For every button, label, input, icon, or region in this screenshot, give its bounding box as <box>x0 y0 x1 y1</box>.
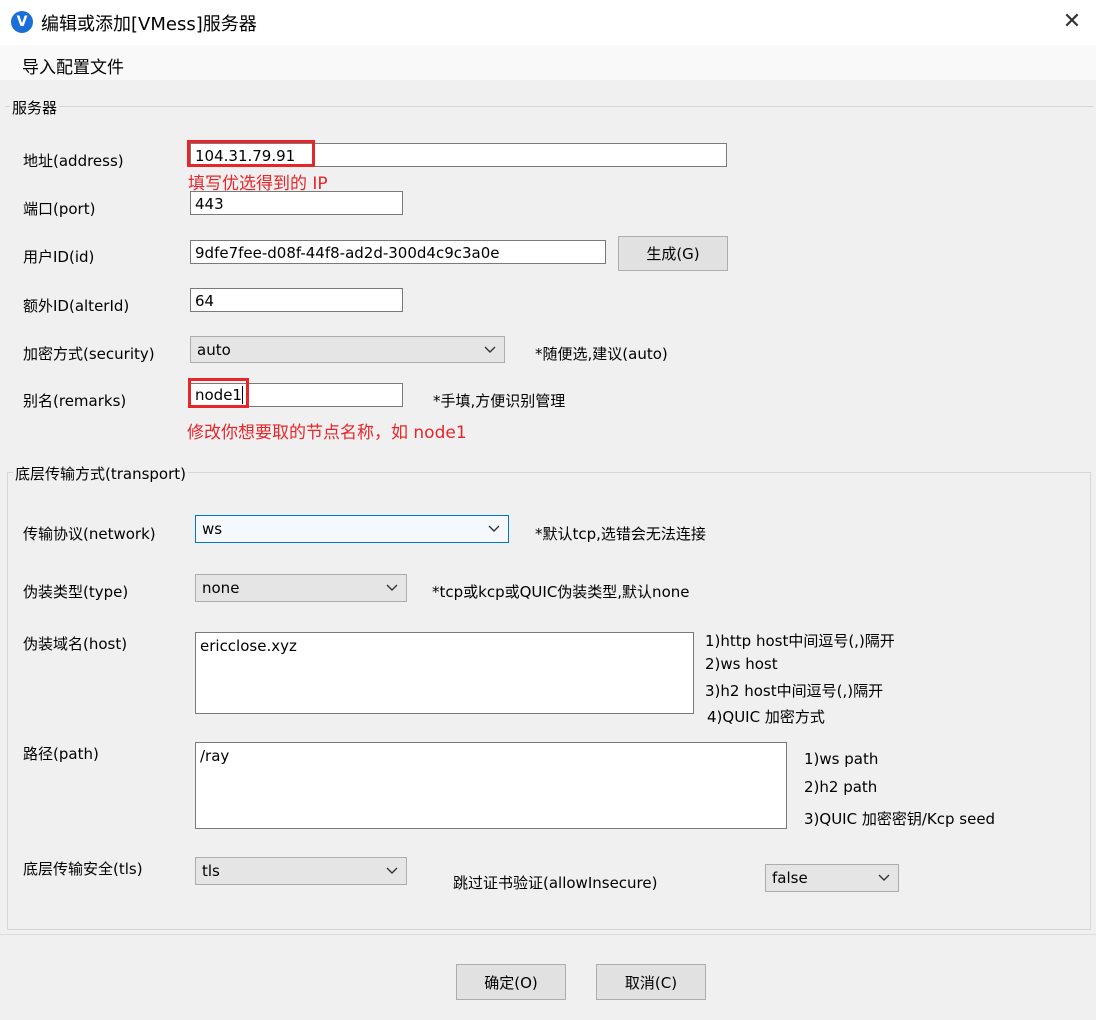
close-icon[interactable]: ✕ <box>1058 8 1086 36</box>
path-note-3: 3)QUIC 加密密钥/Kcp seed <box>804 810 996 828</box>
type-label: 伪装类型(type) <box>23 583 129 601</box>
port-label: 端口(port) <box>23 200 96 218</box>
path-label: 路径(path) <box>23 745 99 763</box>
allow-insecure-label: 跳过证书验证(allowInsecure) <box>453 874 658 892</box>
network-select[interactable]: ws <box>195 515 509 543</box>
alter-id-input[interactable]: 64 <box>190 288 403 312</box>
type-select-value: none <box>202 579 240 597</box>
user-id-input[interactable]: 9dfe7fee-d08f-44f8-ad2d-300d4c9c3a0e <box>190 240 606 264</box>
tls-select-value: tls <box>202 862 220 880</box>
allow-insecure-select[interactable]: false <box>765 864 899 892</box>
network-label: 传输协议(network) <box>23 525 156 543</box>
path-note-2: 2)h2 path <box>804 778 878 796</box>
server-group <box>5 106 1093 108</box>
server-group-label: 服务器 <box>10 97 60 118</box>
chevron-down-icon <box>484 337 496 362</box>
port-input[interactable]: 443 <box>190 191 403 215</box>
remarks-highlight-box <box>188 378 249 408</box>
security-select-value: auto <box>197 341 231 359</box>
chevron-down-icon <box>386 858 398 884</box>
address-highlight-box <box>187 140 315 167</box>
cancel-button[interactable]: 取消(C) <box>596 964 706 1000</box>
allow-insecure-select-value: false <box>772 869 808 887</box>
host-textarea[interactable]: ericclose.xyz <box>195 632 694 714</box>
chevron-down-icon <box>878 865 890 891</box>
generate-id-button[interactable]: 生成(G) <box>618 236 728 271</box>
alter-id-label: 额外ID(alterId) <box>23 297 130 315</box>
path-textarea[interactable]: /ray <box>195 742 787 829</box>
type-note: *tcp或kcp或QUIC伪装类型,默认none <box>432 583 690 601</box>
window-title: 编辑或添加[VMess]服务器 <box>41 14 257 35</box>
tls-select[interactable]: tls <box>195 857 407 885</box>
host-label: 伪装域名(host) <box>23 635 128 653</box>
transport-group-label: 底层传输方式(transport) <box>13 463 189 484</box>
network-note: *默认tcp,选错会无法连接 <box>535 525 706 543</box>
ok-button[interactable]: 确定(O) <box>456 964 566 1000</box>
host-note-2: 2)ws host <box>705 655 778 673</box>
footer-divider <box>0 934 1096 935</box>
host-note-4: 4)QUIC 加密方式 <box>707 708 825 726</box>
address-label: 地址(address) <box>23 152 124 170</box>
security-note: *随便选,建议(auto) <box>535 345 668 363</box>
tls-label: 底层传输安全(tls) <box>23 860 143 878</box>
menu-import-config[interactable]: 导入配置文件 <box>22 53 124 78</box>
v2rayn-logo-icon: V <box>11 11 33 33</box>
path-note-1: 1)ws path <box>804 750 879 768</box>
chevron-down-icon <box>488 516 500 542</box>
remarks-annotation: 修改你想要取的节点名称，如 node1 <box>187 423 467 443</box>
host-note-3: 3)h2 host中间逗号(,)隔开 <box>705 682 884 700</box>
chevron-down-icon <box>386 575 398 601</box>
remarks-label: 别名(remarks) <box>23 392 127 410</box>
security-label: 加密方式(security) <box>23 345 155 363</box>
security-select[interactable]: auto <box>190 336 505 363</box>
type-select[interactable]: none <box>195 574 407 602</box>
network-select-value: ws <box>202 520 223 538</box>
remarks-note: *手填,方便识别管理 <box>433 392 566 410</box>
host-note-1: 1)http host中间逗号(,)隔开 <box>705 632 895 650</box>
user-id-label: 用户ID(id) <box>23 248 95 266</box>
menu-bar <box>0 45 1096 80</box>
